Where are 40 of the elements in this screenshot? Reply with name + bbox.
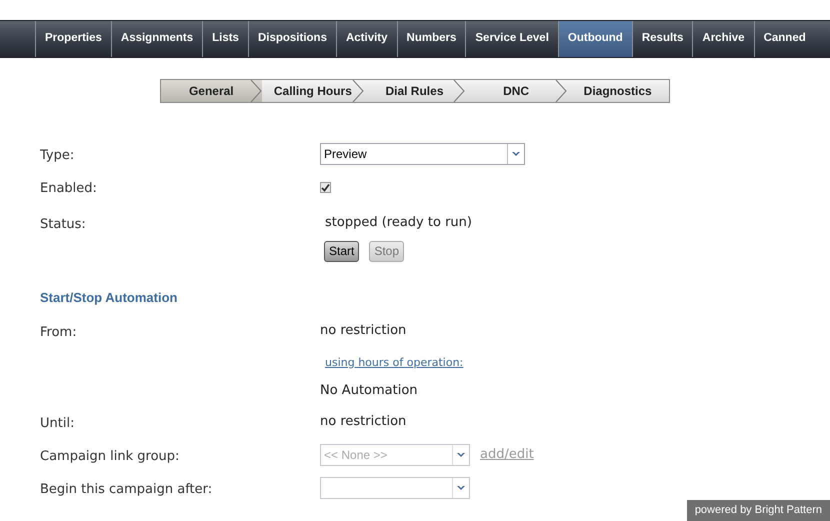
nav-tab[interactable]: Service Level (466, 21, 558, 57)
field-label: Type: (40, 148, 74, 163)
chevron-divider-icon (453, 80, 466, 102)
field-label: Begin this campaign after: (40, 482, 212, 497)
chevron-divider-icon (250, 80, 262, 102)
field-label: Enabled: (40, 181, 97, 196)
nav-tab[interactable]: Dispositions (248, 21, 336, 57)
chevron-divider-icon (554, 80, 567, 102)
nav-tab[interactable]: Lists (203, 21, 248, 57)
chevron-down-icon (457, 486, 465, 490)
step-tab[interactable]: Diagnostics (566, 80, 668, 102)
action-button[interactable]: Start (324, 240, 360, 262)
chevron-down-icon (457, 452, 465, 458)
nav-tab[interactable]: Archive (693, 21, 754, 57)
dropdown-field[interactable]: Preview (320, 143, 525, 165)
section-heading: Start/Stop Automation (40, 289, 178, 308)
value-text: no restriction (320, 413, 406, 432)
step-tab[interactable]: DNC (465, 80, 567, 102)
step-tab[interactable]: General (160, 80, 262, 102)
value-text: stopped (ready to run) (324, 214, 472, 232)
nav-tab[interactable]: Activity (336, 21, 397, 57)
nav-tab[interactable]: Properties (36, 21, 111, 57)
nav-tab[interactable]: Outbound (558, 21, 632, 57)
field-label: Until: (40, 416, 74, 431)
nav-tab[interactable]: Canned (754, 21, 815, 57)
field-label: From: (40, 325, 77, 340)
field-label: Campaign link group: (40, 449, 180, 464)
value-text: no restriction (320, 322, 406, 340)
checkbox[interactable] (320, 182, 331, 192)
chevron-divider-icon (352, 80, 364, 102)
nav-tab[interactable]: Numbers (398, 21, 466, 57)
field-label: Status: (40, 217, 86, 232)
nav-tab[interactable]: Assignments (112, 21, 202, 57)
value-text: No Automation (320, 382, 418, 400)
step-tab[interactable]: Calling Hours (262, 80, 364, 102)
nav-tab[interactable]: Results (632, 21, 692, 57)
step-tab[interactable]: Dial Rules (364, 80, 466, 102)
hours-link[interactable]: using hours of operation: (325, 354, 464, 372)
powered-by-badge: powered by Bright Pattern (686, 500, 830, 521)
chevron-down-icon (512, 152, 520, 156)
